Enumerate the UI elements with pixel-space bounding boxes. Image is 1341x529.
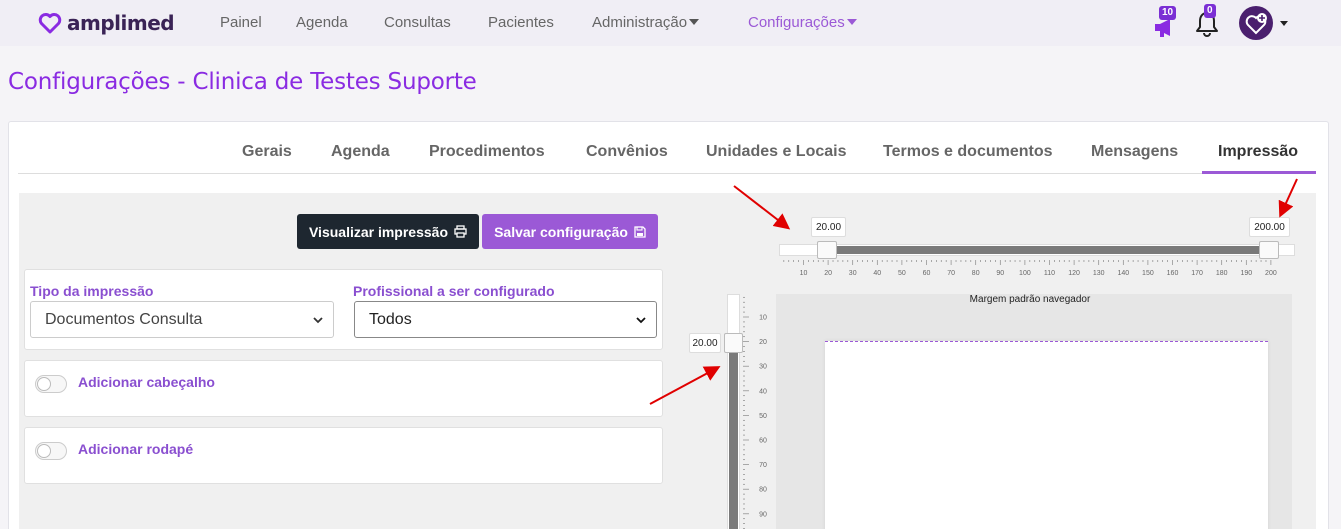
vertical-ruler: 10 20 30 40 50 60 70 80 90 bbox=[743, 294, 775, 529]
print-type-value: Documentos Consulta bbox=[45, 311, 203, 328]
ruler-tick-label: 10 bbox=[759, 315, 767, 322]
preview-print-button[interactable]: Visualizar impressão bbox=[297, 214, 479, 249]
tab-mensagens[interactable]: Mensagens bbox=[1091, 143, 1178, 161]
horizontal-left-value: 20.00 bbox=[811, 217, 846, 237]
ruler-tick-label: 40 bbox=[873, 270, 881, 277]
vertical-margin-slider[interactable] bbox=[724, 294, 743, 529]
notifications-button[interactable]: 0 bbox=[1194, 4, 1224, 40]
ruler-tick-label: 160 bbox=[1167, 270, 1179, 277]
ruler-tick-label: 120 bbox=[1068, 270, 1080, 277]
nav-configuracoes-label: Configurações bbox=[748, 14, 845, 31]
brand-name: amplimed bbox=[67, 11, 175, 35]
user-menu[interactable] bbox=[1238, 5, 1288, 41]
tab-unidades-locais[interactable]: Unidades e Locais bbox=[706, 143, 847, 161]
ruler-tick-label: 30 bbox=[849, 270, 857, 277]
printer-icon bbox=[454, 225, 467, 238]
settings-tabs: Gerais Agenda Procedimentos Convênios Un… bbox=[18, 131, 1316, 174]
chevron-down-icon bbox=[636, 317, 646, 324]
ruler-tick-label: 90 bbox=[996, 270, 1004, 277]
browser-margin-caption: Margem padrão navegador bbox=[969, 294, 1091, 305]
nav-configuracoes[interactable]: Configurações bbox=[748, 14, 857, 31]
professional-value: Todos bbox=[369, 311, 412, 328]
professional-label: Profissional a ser configurado bbox=[353, 283, 555, 299]
ruler-tick-label: 130 bbox=[1093, 270, 1105, 277]
caret-down-icon bbox=[1280, 21, 1288, 26]
ruler-tick-label: 70 bbox=[947, 270, 955, 277]
slider-handle-right[interactable] bbox=[1259, 241, 1279, 259]
tab-gerais[interactable]: Gerais bbox=[242, 143, 292, 161]
professional-select[interactable]: Todos bbox=[354, 301, 657, 338]
active-tab-indicator bbox=[1202, 171, 1316, 174]
header-toggle[interactable] bbox=[35, 375, 67, 393]
horizontal-ruler: 10 20 30 40 50 60 70 80 90 100 110 120 130 140 150 160 1… bbox=[779, 260, 1295, 280]
caret-down-icon bbox=[689, 19, 700, 25]
campaign-count-badge: 10 bbox=[1159, 6, 1177, 20]
save-disk-icon bbox=[634, 225, 646, 238]
tab-procedimentos[interactable]: Procedimentos bbox=[429, 143, 545, 161]
notification-count-badge: 0 bbox=[1204, 4, 1216, 18]
slider-range-fill bbox=[832, 246, 1264, 254]
nav-administracao[interactable]: Administração bbox=[592, 14, 700, 31]
horizontal-ruler-svg: 10 20 30 40 50 60 70 80 90 100 110 120 130 140 150 160 1… bbox=[783, 260, 1277, 277]
tab-convenios[interactable]: Convênios bbox=[586, 143, 668, 161]
ruler-tick-label: 150 bbox=[1142, 270, 1154, 277]
ruler-tick-label: 80 bbox=[972, 270, 980, 277]
print-type-select[interactable]: Documentos Consulta bbox=[30, 301, 334, 338]
slider-handle-left[interactable] bbox=[817, 241, 837, 259]
horizontal-right-value: 200.00 bbox=[1249, 217, 1290, 237]
vertical-top-value: 20.00 bbox=[689, 333, 721, 353]
slider-handle-top[interactable] bbox=[724, 333, 743, 353]
ruler-tick-label: 50 bbox=[898, 270, 906, 277]
header-toggle-label: Adicionar cabeçalho bbox=[78, 374, 215, 390]
save-settings-button[interactable]: Salvar configuração bbox=[482, 214, 658, 249]
ruler-tick-label: 80 bbox=[759, 487, 767, 494]
nav-pacientes[interactable]: Pacientes bbox=[488, 14, 554, 31]
ruler-tick-label: 20 bbox=[759, 339, 767, 346]
chevron-down-icon bbox=[313, 317, 323, 324]
ruler-tick-label: 50 bbox=[759, 413, 767, 420]
paper-preview bbox=[825, 341, 1268, 529]
top-navbar: amplimed Painel Agenda Consultas Pacient… bbox=[0, 0, 1341, 46]
ruler-tick-label: 20 bbox=[824, 270, 832, 277]
nav-painel[interactable]: Painel bbox=[220, 14, 262, 31]
nav-agenda[interactable]: Agenda bbox=[296, 14, 348, 31]
preview-print-label: Visualizar impressão bbox=[308, 223, 449, 240]
footer-toggle-label: Adicionar rodapé bbox=[78, 441, 194, 457]
tab-termos-documentos[interactable]: Termos e documentos bbox=[883, 143, 1053, 161]
ruler-tick-label: 180 bbox=[1216, 270, 1228, 277]
tab-agenda[interactable]: Agenda bbox=[331, 143, 390, 161]
campaign-button[interactable]: 10 bbox=[1152, 6, 1182, 40]
horizontal-margin-slider[interactable] bbox=[779, 241, 1295, 259]
nav-consultas[interactable]: Consultas bbox=[384, 14, 451, 31]
ruler-tick-label: 60 bbox=[923, 270, 931, 277]
user-avatar-icon bbox=[1239, 6, 1273, 40]
ruler-tick-label: 30 bbox=[759, 364, 767, 371]
toggle-knob bbox=[37, 444, 51, 458]
ruler-tick-label: 70 bbox=[759, 462, 767, 469]
nav-administracao-label: Administração bbox=[592, 14, 688, 31]
tab-impressao[interactable]: Impressão bbox=[1218, 143, 1298, 161]
ruler-tick-label: 10 bbox=[800, 270, 808, 277]
page-title: Configurações - Clinica de Testes Suport… bbox=[8, 69, 477, 95]
caret-down-icon bbox=[846, 19, 857, 25]
ruler-tick-label: 90 bbox=[759, 511, 767, 518]
ruler-tick-label: 100 bbox=[1019, 270, 1031, 277]
toggle-knob bbox=[37, 377, 51, 391]
ruler-tick-label: 140 bbox=[1117, 270, 1129, 277]
ruler-tick-label: 110 bbox=[1044, 270, 1055, 277]
ruler-tick-label: 40 bbox=[759, 388, 767, 395]
ruler-tick-label: 190 bbox=[1240, 270, 1252, 277]
brand-logo[interactable]: amplimed bbox=[38, 10, 175, 36]
save-settings-label: Salvar configuração bbox=[494, 223, 628, 240]
vertical-ruler-svg: 10 20 30 40 50 60 70 80 90 bbox=[743, 296, 767, 529]
ruler-tick-label: 200 bbox=[1265, 270, 1277, 277]
slider-range-fill bbox=[729, 347, 738, 529]
print-type-label: Tipo da impressão bbox=[30, 283, 154, 299]
ruler-tick-label: 60 bbox=[759, 438, 767, 445]
footer-toggle[interactable] bbox=[35, 442, 67, 460]
ruler-tick-label: 170 bbox=[1191, 270, 1203, 277]
heart-logo-icon bbox=[38, 13, 62, 34]
